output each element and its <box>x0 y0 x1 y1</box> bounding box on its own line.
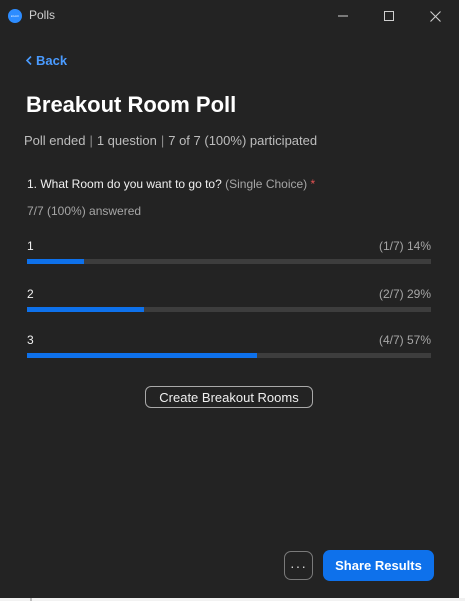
result-bar-track <box>27 259 431 264</box>
create-breakout-rooms-button[interactable]: Create Breakout Rooms <box>145 386 313 408</box>
title-bar: zoom Polls <box>0 0 459 32</box>
participation-text: 7 of 7 (100%) participated <box>168 133 318 148</box>
minimize-button[interactable] <box>320 0 366 32</box>
poll-title: Breakout Room Poll <box>26 92 237 117</box>
answered-count: 7/7 (100%) answered <box>27 204 142 218</box>
close-icon <box>429 10 441 22</box>
question-count: 1 question <box>96 133 157 148</box>
window-title: Polls <box>29 8 56 22</box>
option-row-3: 3 (4/7) 57% <box>27 333 431 363</box>
option-result: (4/7) 57% <box>378 333 431 347</box>
option-result: (2/7) 29% <box>378 287 431 301</box>
option-result: (1/7) 14% <box>378 239 431 253</box>
poll-status: Poll ended <box>24 133 86 148</box>
option-label: 2 <box>27 287 34 301</box>
meta-divider: | <box>89 133 93 148</box>
question-type: (Single Choice) <box>225 177 308 191</box>
result-bar-fill <box>27 307 145 312</box>
back-label: Back <box>36 53 68 68</box>
option-row-2: 2 (2/7) 29% <box>27 287 431 317</box>
window-edge <box>459 0 465 601</box>
result-bar-fill <box>27 353 258 358</box>
close-button[interactable] <box>412 0 458 32</box>
more-options-button[interactable]: ··· <box>284 551 313 580</box>
result-bar-fill <box>27 259 84 264</box>
question-text: 1. What Room do you want to go to? <box>27 177 222 191</box>
meta-divider: | <box>160 133 165 148</box>
option-row-1: 1 (1/7) 14% <box>27 239 431 269</box>
option-label: 3 <box>27 333 34 347</box>
back-link[interactable]: Back <box>26 53 67 68</box>
zoom-app-icon: zoom <box>8 9 22 23</box>
question-title: 1. What Room do you want to go to? (Sing… <box>27 177 315 191</box>
poll-meta: Poll ended | 1 question | 7 of 7 (100%) part… <box>24 133 317 148</box>
required-mark: * <box>310 177 316 191</box>
chevron-left-icon <box>26 56 32 65</box>
minimize-icon <box>338 15 348 17</box>
polls-window: zoom Polls Back Breakout Room Poll Poll … <box>0 0 459 598</box>
option-label: 1 <box>27 239 34 253</box>
maximize-icon <box>384 11 394 21</box>
share-results-button[interactable]: Share Results <box>323 550 434 581</box>
result-bar-track <box>27 353 431 358</box>
maximize-button[interactable] <box>366 0 412 32</box>
result-bar-track <box>27 307 431 312</box>
